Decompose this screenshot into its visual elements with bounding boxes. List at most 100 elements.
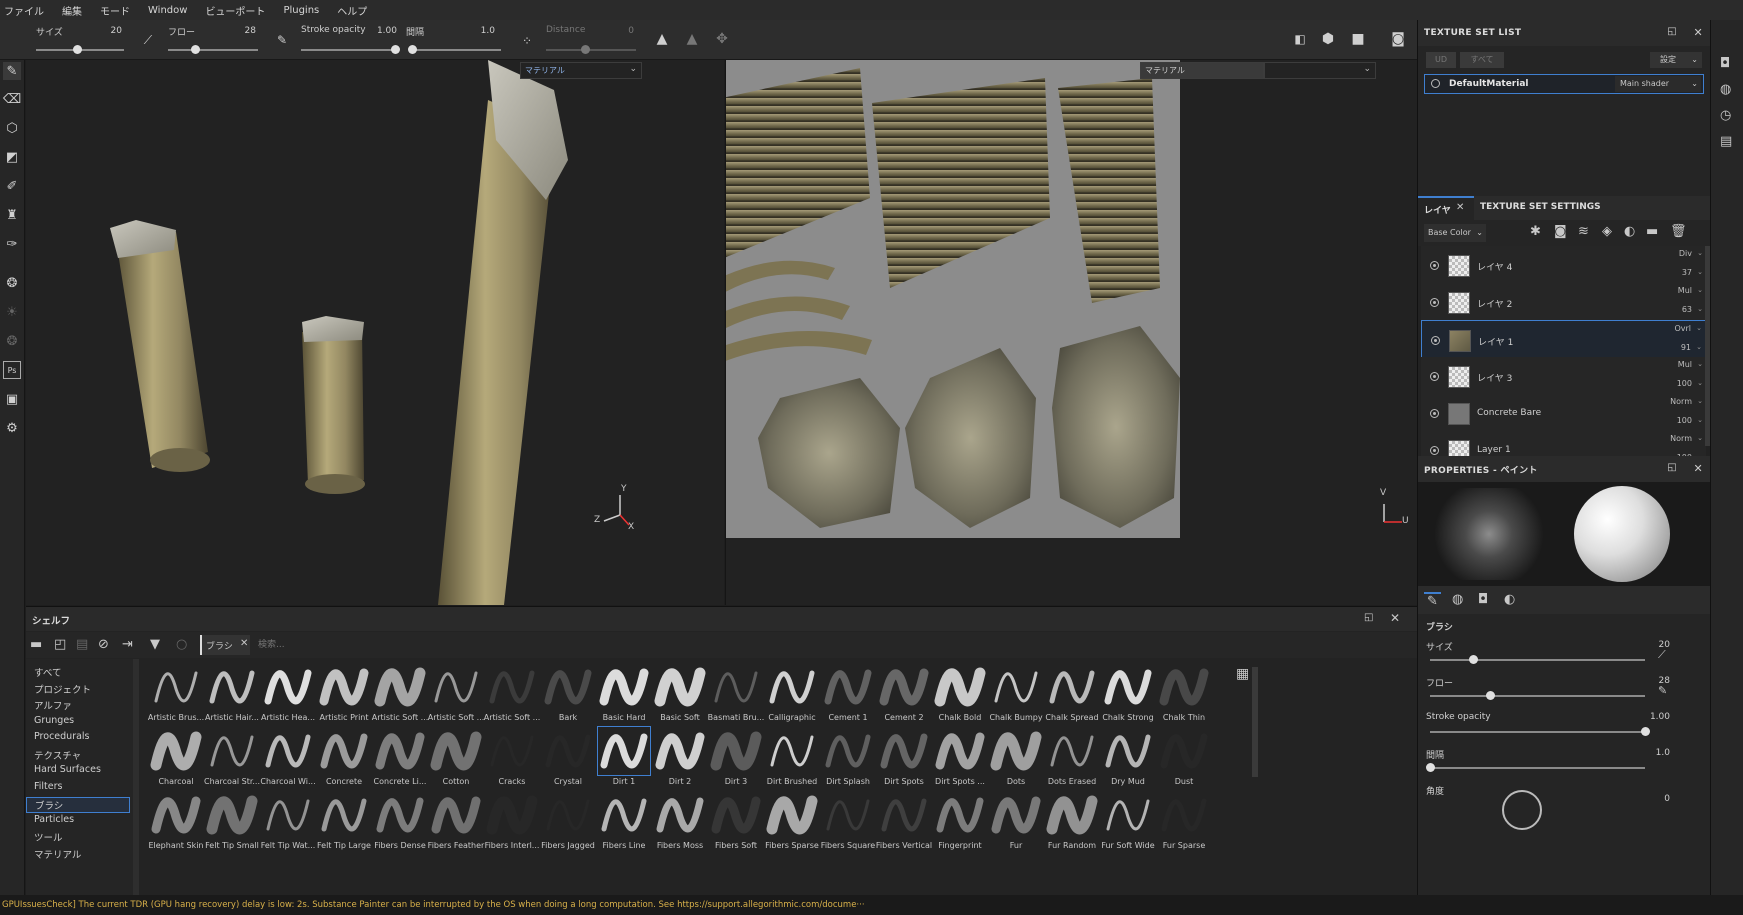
brush-item[interactable]: Elephant Skin [148, 791, 204, 855]
brush-item[interactable]: Cement 2 [876, 663, 932, 727]
brush-grid-scrollbar[interactable] [1252, 667, 1258, 777]
toolbar-spacing-value[interactable]: 1.0 [465, 26, 495, 36]
brush-item[interactable]: Fibers Dense [372, 791, 428, 855]
layer-opacity[interactable]: 63 [1682, 305, 1692, 314]
brush-item[interactable]: Fur [988, 791, 1044, 855]
brush-item[interactable]: Fibers Feather [428, 791, 484, 855]
lazy-mouse-icon[interactable]: ⁘ [517, 31, 537, 51]
brush-item[interactable]: Fingerprint [932, 791, 988, 855]
brush-item[interactable]: Artistic Soft ... [428, 663, 484, 727]
brush-item[interactable]: Fibers Square [820, 791, 876, 855]
brush-item[interactable]: Crystal [540, 727, 596, 791]
camera-icon[interactable]: ■ [1348, 29, 1368, 49]
angle-dial[interactable] [1502, 790, 1542, 830]
photoshop-icon[interactable]: Ps [3, 361, 21, 379]
undock-icon[interactable]: ◱ [1667, 26, 1677, 37]
toolbar-spacing-knob[interactable] [408, 45, 417, 54]
visibility-icon[interactable] [1430, 261, 1439, 270]
prop-flow-slider[interactable] [1430, 695, 1645, 697]
shelf-category-item[interactable]: テクスチャ [34, 748, 81, 762]
visibility-icon[interactable] [1430, 372, 1439, 381]
brush-pressure-icon[interactable]: ✎ [1658, 684, 1667, 697]
brush-item[interactable]: Felt Tip Small [204, 791, 260, 855]
brush-item[interactable]: Artistic Hea... [260, 663, 316, 727]
brush-item[interactable]: Dirt Spots [876, 727, 932, 791]
visibility-icon[interactable] [1430, 298, 1439, 307]
brush-item[interactable]: Cracks [484, 727, 540, 791]
layer-opacity[interactable]: 100 [1677, 379, 1692, 388]
add-smart-material-icon[interactable]: ◐ [1624, 224, 1635, 239]
menu-help[interactable]: ヘルプ [337, 3, 367, 18]
tab-layers[interactable]: レイヤ ✕ [1418, 196, 1474, 220]
shelf-category-item[interactable]: ブラシ [26, 797, 130, 813]
brush-item[interactable]: Chalk Spread [1044, 663, 1100, 727]
uv-channel-select[interactable]: ⌄ [1264, 62, 1376, 79]
brush-item[interactable]: Fur Random [1044, 791, 1100, 855]
save-icon[interactable]: ▤ [76, 637, 88, 652]
brush-item[interactable]: Dirt Splash [820, 727, 876, 791]
brush-item[interactable]: Dots [988, 727, 1044, 791]
shelf-category-item[interactable]: Procedurals [34, 731, 90, 742]
add-effect-icon[interactable]: ✱ [1530, 224, 1541, 239]
hide-icon[interactable]: ⊘ [98, 637, 109, 652]
brush-item[interactable]: Basmati Bru... [708, 663, 764, 727]
brush-item[interactable]: Charcoal [148, 727, 204, 791]
layer-blend-mode[interactable]: Div [1679, 249, 1692, 258]
layer-row[interactable]: レイヤ 2 Mul ⌄ 63 ⌄ [1421, 283, 1706, 323]
add-folder-icon[interactable]: ▬ [1646, 224, 1658, 239]
prop-spacing-slider[interactable] [1430, 767, 1645, 769]
material-select-2d[interactable]: マテリアル [1140, 62, 1264, 79]
tab-texture-set-settings[interactable]: TEXTURE SET SETTINGS [1480, 202, 1601, 212]
toolbar-opacity-slider[interactable] [301, 49, 397, 51]
brush-item[interactable]: Concrete Li... [372, 727, 428, 791]
brush-item[interactable]: Dust [1156, 727, 1212, 791]
texture-set-row[interactable]: DefaultMaterial Main shader ⌄ [1424, 74, 1704, 94]
import-icon[interactable]: ⇥ [122, 637, 133, 652]
layer-row[interactable]: レイヤ 3 Mul ⌄ 100 ⌄ [1421, 357, 1706, 397]
brush-item[interactable]: Dirt 2 [652, 727, 708, 791]
refresh-icon[interactable]: ○ [176, 637, 187, 652]
display-settings-icon[interactable]: ◍ [1720, 82, 1731, 97]
prop-size-slider[interactable] [1430, 659, 1645, 661]
brush-item[interactable]: Bark [540, 663, 596, 727]
log-icon[interactable]: ▤ [1720, 134, 1732, 149]
folder-icon[interactable]: ▬ [30, 637, 42, 652]
close-icon[interactable]: ✕ [1456, 202, 1464, 213]
close-icon[interactable]: ✕ [240, 638, 248, 649]
layer-opacity[interactable]: 100 [1677, 416, 1692, 425]
eraser-icon[interactable]: ⌫ [3, 90, 21, 108]
shader-select[interactable]: Main shader ⌄ [1615, 76, 1701, 92]
brush-item[interactable]: Fur Soft Wide [1100, 791, 1156, 855]
brush-item[interactable]: Artistic Soft ... [372, 663, 428, 727]
brush-item[interactable]: Fibers Moss [652, 791, 708, 855]
brush-item[interactable]: Artistic Brus... [148, 663, 204, 727]
new-shelf-icon[interactable]: ◰ [54, 637, 66, 652]
brush-item[interactable]: Fur Sparse [1156, 791, 1212, 855]
brush-item[interactable]: Felt Tip Wat... [260, 791, 316, 855]
symmetry-axis-icon[interactable]: ✥ [712, 29, 732, 49]
layer-row[interactable]: レイヤ 1 Ovrl ⌄ 91 ⌄ [1421, 320, 1706, 360]
layer-blend-mode[interactable]: Ovrl [1674, 324, 1691, 333]
paint-brush-icon[interactable]: ✎ [3, 62, 21, 80]
export-icon[interactable]: ▣ [3, 390, 21, 408]
visibility-icon[interactable] [1431, 79, 1440, 88]
material-tab-icon[interactable]: ◐ [1504, 592, 1515, 607]
brush-item[interactable]: Fibers Soft [708, 791, 764, 855]
brush-item[interactable]: Fibers Sparse [764, 791, 820, 855]
brush-item[interactable]: Fibers Jagged [540, 791, 596, 855]
brush-item[interactable]: Dirt Spots ... [932, 727, 988, 791]
prop-opacity-knob[interactable] [1641, 727, 1650, 736]
brush-item[interactable]: Dirt 1 [596, 726, 652, 791]
clone-stamp-icon[interactable]: ♜ [3, 206, 21, 224]
brush-item[interactable]: Chalk Bumpy [988, 663, 1044, 727]
color-picker-icon[interactable]: ✑ [3, 235, 21, 253]
brush-item[interactable]: Dirt Brushed [764, 727, 820, 791]
prop-opacity-slider[interactable] [1430, 731, 1645, 733]
toolbar-flow-knob[interactable] [191, 45, 200, 54]
brush-item[interactable]: Cotton [428, 727, 484, 791]
brush-item[interactable]: Artistic Hair... [204, 663, 260, 727]
filter-tag[interactable]: ブラシ ✕ [200, 635, 250, 655]
brush-item[interactable]: Dots Erased [1044, 727, 1100, 791]
brush-item[interactable]: Cement 1 [820, 663, 876, 727]
shelf-category-item[interactable]: ツール [34, 830, 63, 844]
